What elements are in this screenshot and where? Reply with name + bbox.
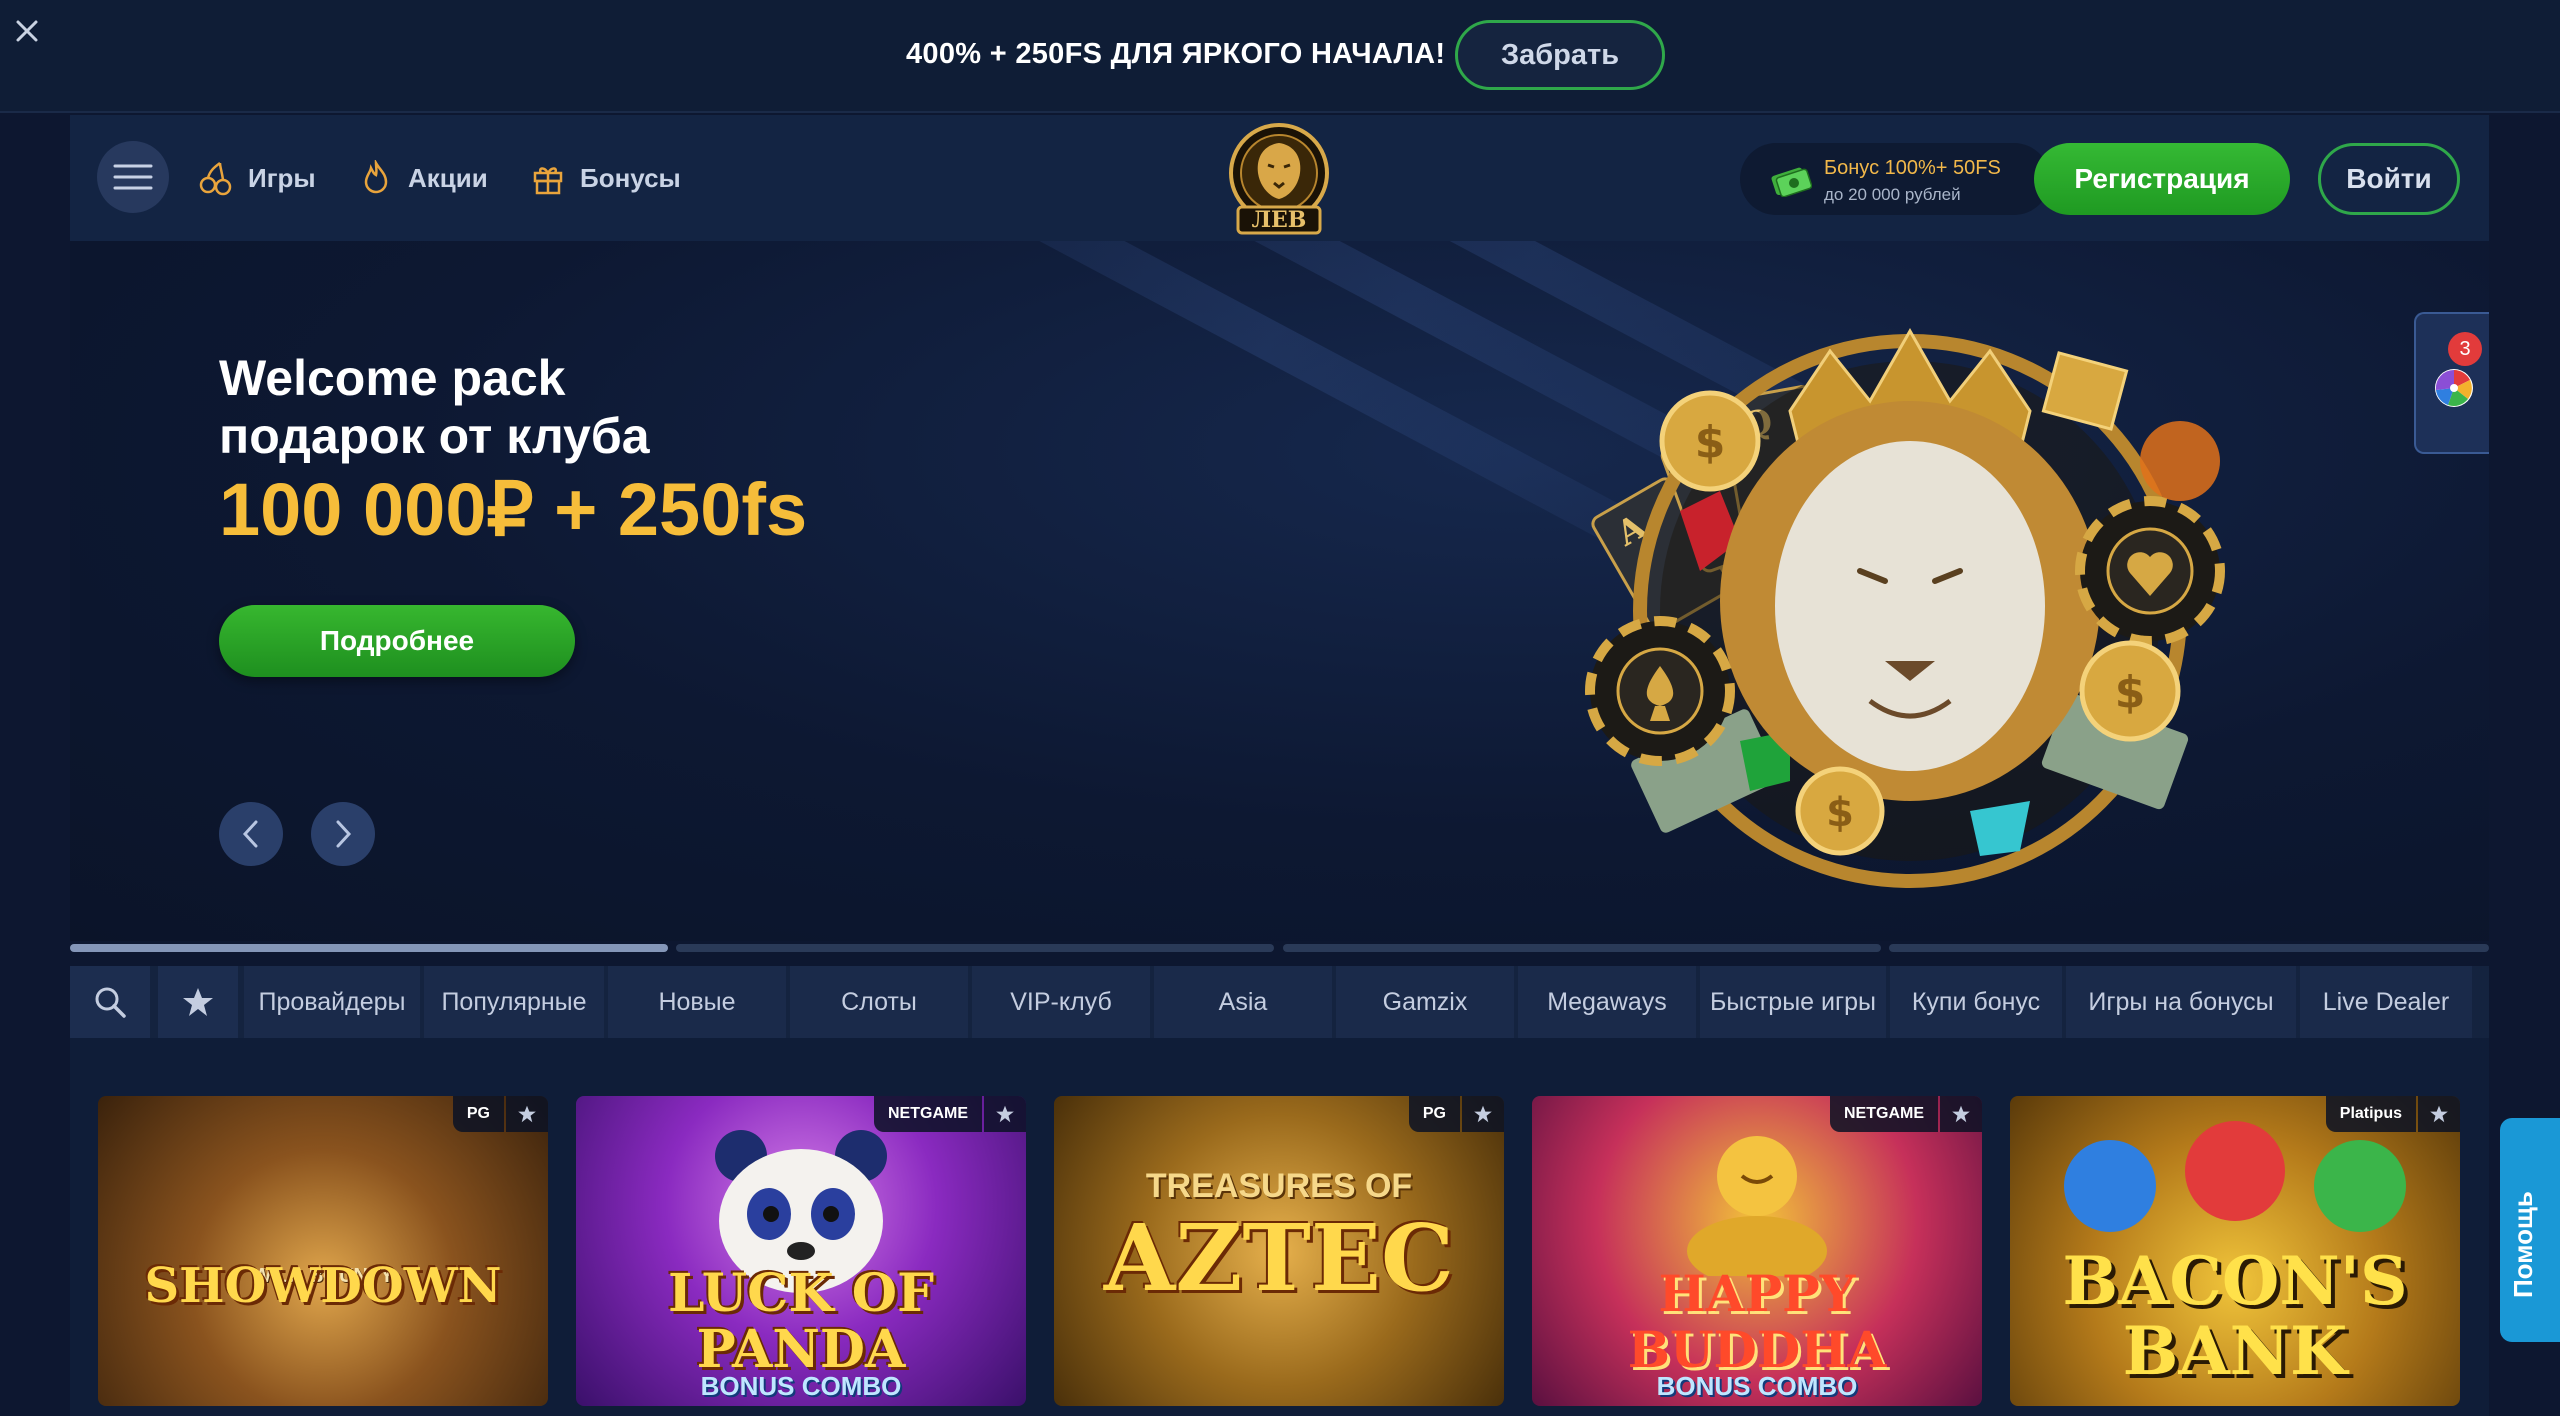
favorite-button[interactable]: [506, 1096, 548, 1132]
slide-indicator-2[interactable]: [676, 944, 1274, 952]
nav-games-label: Игры: [248, 162, 316, 193]
hero-title-line1: Welcome pack: [219, 350, 566, 406]
game-subtitle: TREASURES OF: [1145, 1167, 1413, 1205]
help-button[interactable]: Помощь: [2500, 1118, 2560, 1342]
hero-banner: Welcome pack подарок от клуба 100 000₽ +…: [70, 241, 2489, 941]
promo-text: 400% + 250FS ДЛЯ ЯРКОГО НАЧАЛА!: [906, 38, 1446, 70]
help-label: Помощь: [2508, 1191, 2538, 1298]
flame-icon: [364, 160, 388, 194]
poker-chip: [1585, 616, 1735, 766]
tab-fast-games[interactable]: Быстрые игры: [1700, 966, 1886, 1038]
slide-indicator-4[interactable]: [1889, 944, 2489, 952]
tab-popular[interactable]: Популярные: [424, 966, 604, 1038]
provider-badge: PG: [452, 1096, 504, 1132]
favorite-button[interactable]: [1462, 1096, 1504, 1132]
cherries-icon: [199, 161, 232, 196]
bonus-line1: Бонус 100%+ 50FS: [1824, 157, 2001, 179]
game-card[interactable]: NETGAME LUCK OF PANDA BONUS COMBO: [576, 1096, 1026, 1406]
tab-asia[interactable]: Asia: [1154, 966, 1332, 1038]
game-title: HAPPY BUDDHA: [1627, 1264, 1887, 1379]
slide-prev-button[interactable]: [219, 802, 283, 866]
game-card[interactable]: Platipus BACON'S BANK: [2010, 1096, 2460, 1406]
bonus-line2: до 20 000 рублей: [1824, 185, 1961, 204]
star-icon: [1474, 1105, 1492, 1123]
star-icon: [996, 1105, 1014, 1123]
game-title: AZTEC: [1103, 1204, 1455, 1312]
hamburger-icon: [113, 164, 153, 190]
search-icon: [95, 987, 126, 1018]
provider-badge: PG: [1408, 1096, 1460, 1132]
register-button[interactable]: Регистрация: [2034, 143, 2290, 215]
fortune-wheel-icon: [2435, 369, 2473, 407]
site-header: Игры Акции Бонусы ЛЕВ Бонус 100%+ 50FS д…: [70, 115, 2489, 241]
star-icon: [1952, 1105, 1970, 1123]
menu-button[interactable]: [97, 141, 169, 213]
tab-megaways[interactable]: Megaways: [1518, 966, 1696, 1038]
tab-bonus-games[interactable]: Игры на бонусы: [2066, 966, 2296, 1038]
category-bar: Провайдеры Популярные Новые Слоты VIP-кл…: [70, 966, 2489, 1038]
pigs-art: [2064, 1121, 2406, 1232]
notification-badge: 3: [2448, 332, 2482, 366]
slide-next-button[interactable]: [311, 802, 375, 866]
tab-vip-club[interactable]: VIP-клуб: [972, 966, 1150, 1038]
favorite-button[interactable]: [1940, 1096, 1982, 1132]
chevron-right-icon: [336, 820, 352, 848]
svg-text:$: $: [1695, 417, 1726, 468]
tab-new[interactable]: Новые: [608, 966, 786, 1038]
tab-gamzix[interactable]: Gamzix: [1336, 966, 1514, 1038]
svg-text:ЛЕВ: ЛЕВ: [1252, 207, 1307, 233]
game-card[interactable]: PG WILD BOUNTY SHOWDOWN: [98, 1096, 548, 1406]
search-button[interactable]: [70, 966, 150, 1038]
nav-bonuses-label: Бонусы: [580, 162, 681, 193]
lion-emblem-art: A K Q: [1585, 327, 2225, 888]
chevron-left-icon: [242, 820, 258, 848]
svg-text:$: $: [2115, 667, 2146, 718]
provider-badge: NETGAME: [1830, 1096, 1938, 1132]
game-subtitle: BONUS COMBO: [700, 1371, 902, 1401]
game-subtitle: BONUS COMBO: [1656, 1371, 1858, 1401]
nav-promotions-label: Акции: [408, 162, 488, 193]
fortune-wheel-widget[interactable]: 3: [2414, 312, 2489, 454]
lion-logo[interactable]: ЛЕВ: [1224, 123, 1334, 235]
game-title: LUCK OF PANDA: [668, 1263, 934, 1380]
cash-icon: [1771, 167, 1812, 197]
nav-bonuses[interactable]: Бонусы: [530, 155, 681, 201]
login-button[interactable]: Войти: [2318, 143, 2460, 215]
tab-buy-bonus[interactable]: Купи бонус: [1890, 966, 2062, 1038]
favorite-button[interactable]: [984, 1096, 1026, 1132]
hero-amount: 100 000₽ + 250fs: [219, 468, 808, 551]
hero-title: Welcome pack подарок от клуба: [219, 349, 650, 465]
poker-chip: [2075, 496, 2225, 646]
tab-providers[interactable]: Провайдеры: [244, 966, 420, 1038]
slide-indicator-3[interactable]: [1283, 944, 1881, 952]
star-icon: [183, 988, 213, 1016]
star-icon: [518, 1105, 536, 1123]
favorites-button[interactable]: [158, 966, 238, 1038]
game-card[interactable]: PG TREASURES OF AZTEC: [1054, 1096, 1504, 1406]
more-button[interactable]: Подробнее: [219, 605, 575, 677]
bonus-offer[interactable]: Бонус 100%+ 50FS до 20 000 рублей: [1740, 143, 2050, 215]
buddha-art: [1687, 1136, 1827, 1276]
gift-icon: [533, 167, 563, 195]
nav-promotions[interactable]: Акции: [358, 155, 488, 201]
favorite-button[interactable]: [2418, 1096, 2460, 1132]
tab-live-dealer[interactable]: Live Dealer: [2300, 966, 2472, 1038]
hero-title-line2: подарок от клуба: [219, 408, 650, 464]
nav-games[interactable]: Игры: [198, 155, 316, 201]
claim-button[interactable]: Забрать: [1455, 20, 1665, 90]
game-card[interactable]: NETGAME HAPPY BUDDHA BONUS COMBO: [1532, 1096, 1982, 1406]
promo-bar: 400% + 250FS ДЛЯ ЯРКОГО НАЧАЛА! Забрать: [0, 0, 2560, 113]
game-title: SHOWDOWN: [144, 1258, 502, 1314]
games-grid: PG WILD BOUNTY SHOWDOWN NETGAME LUCK OF …: [70, 1038, 2489, 1416]
svg-text:$: $: [1826, 790, 1854, 836]
slide-indicator-1[interactable]: [70, 944, 668, 952]
star-icon: [2430, 1105, 2448, 1123]
tab-slots[interactable]: Слоты: [790, 966, 968, 1038]
game-title: BACON'S BANK: [2062, 1242, 2408, 1390]
close-icon[interactable]: [12, 16, 42, 46]
